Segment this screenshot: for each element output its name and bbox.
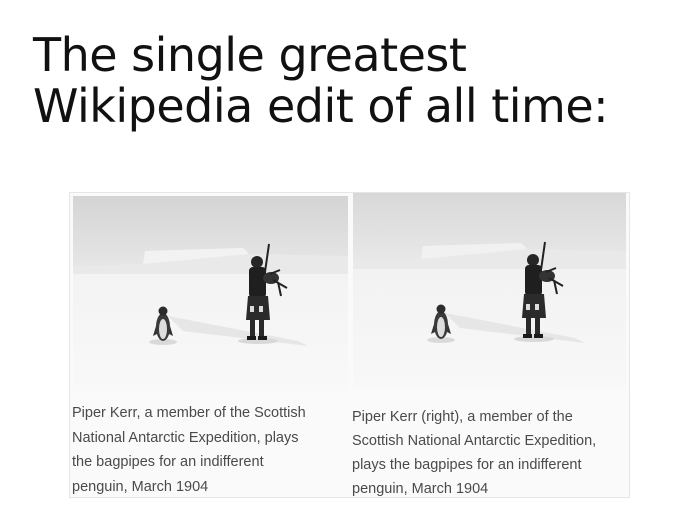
meme-headline: The single greatest Wikipedia edit of al… [33,30,683,132]
antarctic-piper-photo-before [73,196,348,392]
caption-before-line-3: the bagpipes for an indifferent [72,454,264,470]
caption-after-line-3: plays the bagpipes for an indifferent [352,457,582,473]
headline-line-2: Wikipedia edit of all time: [33,79,609,133]
caption-after-line-2: Scottish National Antarctic Expedition, [352,433,597,449]
antarctic-piper-photo-after [353,193,626,389]
photo-before-edit [73,196,348,392]
photo-after-edit [353,193,626,389]
caption-before-line-4: penguin, March 1904 [72,478,209,495]
headline-line-1: The single greatest [33,28,467,82]
caption-after-edit: Piper Kerr (right), a member of the Scot… [352,405,596,501]
caption-after-line-4: penguin, March 1904 [352,481,489,497]
caption-before-line-2: National Antarctic Expedition, plays [72,429,299,446]
caption-after-line-1: Piper Kerr (right), a member of the [352,409,573,425]
caption-before-edit: Piper Kerr, a member of the Scottish Nat… [72,401,306,499]
caption-before-line-1: Piper Kerr, a member of the Scottish [72,405,306,421]
